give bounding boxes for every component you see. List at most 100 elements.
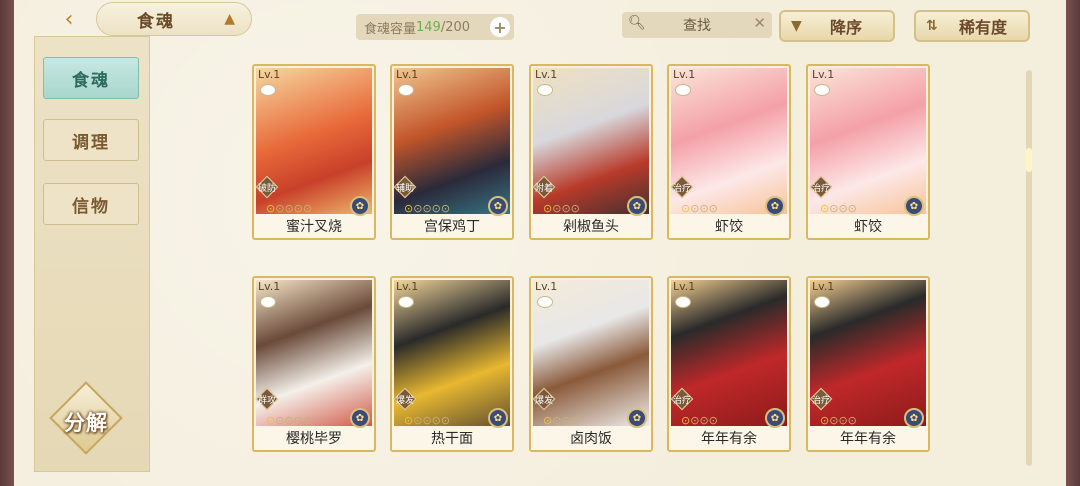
food-soul-card-1[interactable]: Lv.1 破防 ⊙⊙⊙⊙⊙ ✿ 蜜汁叉烧 (252, 64, 376, 240)
chat-bubble-icon (814, 296, 830, 308)
sort-key-button[interactable]: ⇅ 稀有度 (914, 10, 1030, 42)
card-name: 卤肉饭 (531, 426, 651, 450)
card-name: 热干面 (392, 426, 512, 450)
star-rating: ⊙⊙⊙⊙⊙ (404, 414, 450, 427)
food-soul-card-4[interactable]: Lv.1 治疗 ⊙⊙⊙⊙ ✿ 虾饺 (667, 64, 791, 240)
star-icon: ⊙ (681, 414, 691, 427)
star-rating: ⊙⊙⊙⊙ (543, 414, 580, 427)
star-icon: ⊙ (440, 414, 451, 427)
star-icon: ⊙ (422, 414, 432, 427)
star-icon: ⊙ (847, 202, 857, 215)
chat-bubble-icon (260, 296, 276, 308)
role-badge: 破防 (255, 175, 279, 199)
element-icon: ✿ (904, 196, 924, 216)
star-icon: ⊙ (302, 414, 313, 427)
scrollbar[interactable] (1026, 70, 1032, 466)
clear-icon[interactable]: ✕ (753, 14, 766, 32)
sidebar-item-cooking[interactable]: 调理 (43, 119, 139, 161)
star-icon: ⊙ (561, 414, 571, 427)
star-icon: ⊙ (570, 202, 580, 215)
chat-bubble-icon (675, 84, 691, 96)
right-frame (1066, 0, 1080, 486)
add-capacity-button[interactable]: + (490, 17, 510, 37)
card-name: 虾饺 (808, 214, 928, 238)
back-button[interactable]: ‹ (44, 4, 94, 34)
card-name: 蜜汁叉烧 (254, 214, 374, 238)
card-name: 宫保鸡丁 (392, 214, 512, 238)
star-icon: ⊙ (284, 414, 294, 427)
star-icon: ⊙ (404, 414, 414, 427)
search-input[interactable]: 🔍︎ 查找 ✕ (622, 12, 772, 38)
sidebar-item-token[interactable]: 信物 (43, 183, 139, 225)
star-icon: ⊙ (302, 202, 313, 215)
star-rating: ⊙⊙⊙⊙⊙ (266, 202, 312, 215)
star-icon: ⊙ (293, 414, 303, 427)
star-rating: ⊙⊙⊙⊙ (681, 414, 718, 427)
role-badge: 爆发 (393, 387, 417, 411)
star-rating: ⊙⊙⊙⊙⊙ (404, 202, 450, 215)
star-icon: ⊙ (431, 202, 441, 215)
role-badge: 辅助 (393, 175, 417, 199)
chat-bubble-icon (537, 296, 553, 308)
capacity-display: 食魂容量 149 /200 + (356, 14, 514, 40)
card-name: 剁椒鱼头 (531, 214, 651, 238)
page-title-text: 食魂 (137, 11, 175, 32)
food-soul-card-2[interactable]: Lv.1 辅助 ⊙⊙⊙⊙⊙ ✿ 宫保鸡丁 (390, 64, 514, 240)
food-soul-card-8[interactable]: Lv.1 爆发 ⊙⊙⊙⊙ ✿ 卤肉饭 (529, 276, 653, 452)
star-icon: ⊙ (284, 202, 294, 215)
card-level: Lv.1 (673, 68, 696, 81)
sidebar-item-label: 食魂 (72, 70, 110, 91)
card-level: Lv.1 (258, 280, 281, 293)
chat-bubble-icon (814, 84, 830, 96)
star-icon: ⊙ (570, 414, 580, 427)
left-frame (0, 0, 14, 486)
capacity-label: 食魂容量 (364, 21, 417, 37)
card-name: 樱桃毕罗 (254, 426, 374, 450)
card-name: 年年有余 (669, 426, 789, 450)
crown-icon: ▲ (224, 11, 237, 27)
star-icon: ⊙ (847, 414, 857, 427)
star-icon: ⊙ (838, 202, 848, 215)
star-rating: ⊙⊙⊙⊙ (681, 202, 718, 215)
star-icon: ⊙ (404, 202, 414, 215)
card-level: Lv.1 (812, 68, 835, 81)
chat-bubble-icon (537, 84, 553, 96)
star-icon: ⊙ (699, 202, 709, 215)
food-soul-card-3[interactable]: Lv.1 附着 ⊙⊙⊙⊙ ✿ 剁椒鱼头 (529, 64, 653, 240)
food-soul-card-6[interactable]: Lv.1 群攻 ⊙⊙⊙⊙⊙ ✿ 樱桃毕罗 (252, 276, 376, 452)
star-icon: ⊙ (422, 202, 432, 215)
element-icon: ✿ (765, 408, 785, 428)
element-icon: ✿ (627, 408, 647, 428)
star-icon: ⊙ (440, 202, 451, 215)
food-soul-card-7[interactable]: Lv.1 爆发 ⊙⊙⊙⊙⊙ ✿ 热干面 (390, 276, 514, 452)
element-icon: ✿ (350, 408, 370, 428)
sort-order-label: 降序 (829, 18, 862, 37)
role-badge: 群攻 (255, 387, 279, 411)
card-level: Lv.1 (535, 280, 558, 293)
star-icon: ⊙ (820, 414, 830, 427)
search-icon: 🔍︎ (628, 15, 646, 31)
chat-bubble-icon (260, 84, 276, 96)
back-arrow-icon: ‹ (64, 6, 74, 32)
food-soul-card-10[interactable]: Lv.1 治疗 ⊙⊙⊙⊙ ✿ 年年有余 (806, 276, 930, 452)
element-icon: ✿ (765, 196, 785, 216)
star-icon: ⊙ (820, 202, 830, 215)
element-icon: ✿ (488, 196, 508, 216)
chat-bubble-icon (398, 84, 414, 96)
triangle-down-icon: ▼ (791, 18, 802, 34)
food-soul-card-9[interactable]: Lv.1 治疗 ⊙⊙⊙⊙ ✿ 年年有余 (667, 276, 791, 452)
decompose-button[interactable]: 分解 (44, 381, 128, 460)
food-soul-card-5[interactable]: Lv.1 治疗 ⊙⊙⊙⊙ ✿ 虾饺 (806, 64, 930, 240)
card-level: Lv.1 (258, 68, 281, 81)
role-badge: 治疗 (809, 387, 833, 411)
star-rating: ⊙⊙⊙⊙⊙ (266, 414, 312, 427)
star-icon: ⊙ (708, 414, 718, 427)
sort-order-button[interactable]: ▼ 降序 (779, 10, 895, 42)
scrollbar-thumb[interactable] (1026, 148, 1032, 172)
star-icon: ⊙ (266, 414, 276, 427)
sidebar-item-food-soul[interactable]: 食魂 (43, 57, 139, 99)
star-icon: ⊙ (266, 202, 276, 215)
card-level: Lv.1 (673, 280, 696, 293)
card-level: Lv.1 (812, 280, 835, 293)
star-icon: ⊙ (543, 202, 553, 215)
